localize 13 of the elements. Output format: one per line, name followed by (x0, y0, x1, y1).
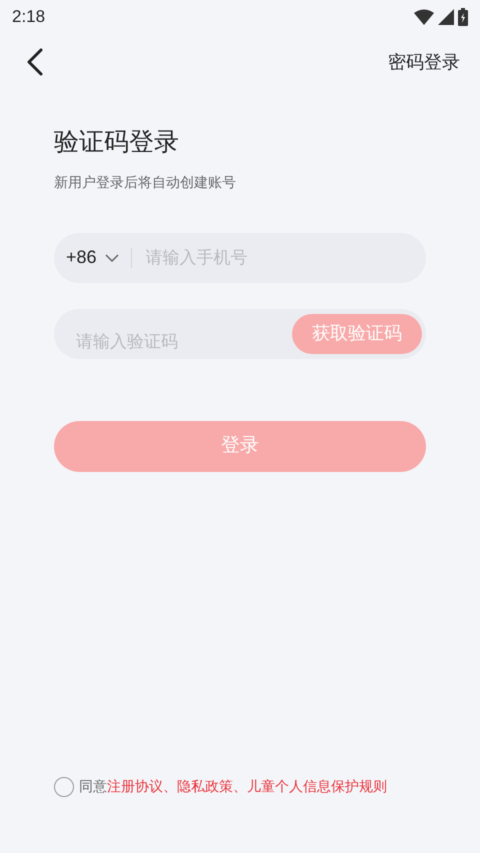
password-login-link[interactable]: 密码登录 (388, 48, 460, 76)
agreement-checkbox[interactable] (54, 776, 74, 796)
status-time: 2:18 (12, 6, 46, 28)
agreement-text: 同意 (79, 777, 107, 796)
page-subtitle: 新用户登录后将自动创建账号 (54, 172, 237, 192)
chevron-down-icon[interactable] (104, 254, 119, 262)
agreement-links[interactable]: 注册协议、隐私政策、儿童个人信息保护规则 (107, 776, 387, 797)
country-code[interactable]: +86 (66, 244, 97, 271)
page-title: 验证码登录 (54, 127, 180, 158)
back-icon[interactable] (26, 48, 44, 76)
wifi-icon (414, 9, 434, 25)
signal-icon (438, 9, 454, 25)
battery-icon (458, 8, 468, 26)
